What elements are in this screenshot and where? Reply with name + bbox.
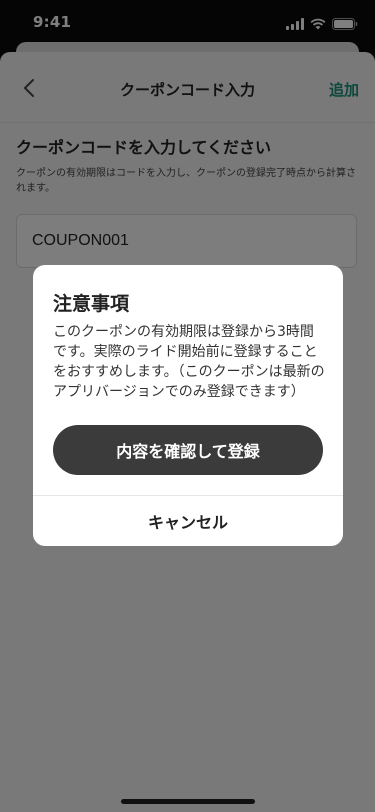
cancel-button[interactable]: キャンセル [33,496,343,546]
dialog-title: 注意事項 [53,293,130,315]
notice-dialog: 注意事項 このクーポンの有効期限は登録から3時間です。実際のライド開始前に登録す… [33,265,343,546]
dialog-body: このクーポンの有効期限は登録から3時間です。実際のライド開始前に登録することをお… [53,324,325,400]
home-indicator[interactable] [121,799,255,804]
confirm-register-button[interactable]: 内容を確認して登録 [53,425,323,475]
